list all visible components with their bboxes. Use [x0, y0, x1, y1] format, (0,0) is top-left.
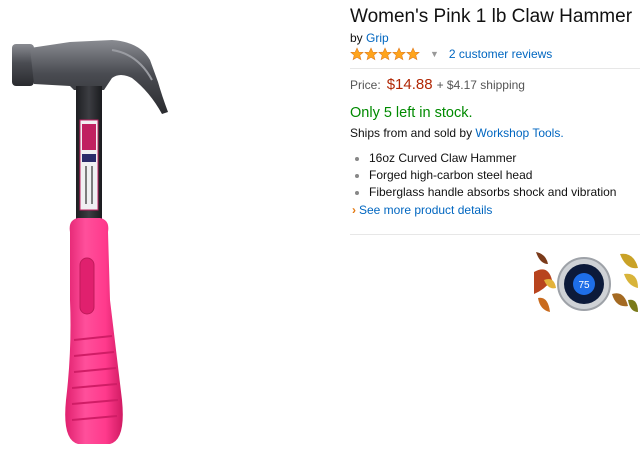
- bullet-icon: [355, 190, 359, 195]
- ad-banner[interactable]: 75: [532, 250, 640, 316]
- leaf-icon: [538, 297, 550, 312]
- customer-reviews-link[interactable]: 2 customer reviews: [449, 47, 552, 61]
- star-icon: [378, 47, 392, 61]
- star-icon: [350, 47, 364, 61]
- feature-text: 16oz Curved Claw Hammer: [369, 151, 517, 165]
- feature-item: Fiberglass handle absorbs shock and vibr…: [352, 184, 616, 201]
- bullet-icon: [355, 173, 359, 178]
- leaf-icon: [612, 293, 628, 307]
- see-more-row: › See more product details: [352, 203, 492, 217]
- grip-slot: [79, 257, 95, 315]
- star-icon: [406, 47, 420, 61]
- leaf-icon: [628, 299, 638, 312]
- ships-prefix: Ships from and sold by: [350, 126, 473, 140]
- leaf-icon: [536, 252, 548, 264]
- bullet-icon: [355, 156, 359, 161]
- ships-from: Ships from and sold by Workshop Tools.: [350, 126, 564, 140]
- by-prefix: by: [350, 31, 363, 45]
- price-label: Price:: [350, 78, 381, 92]
- price-value: $14.88: [386, 76, 433, 93]
- seller-link[interactable]: Workshop Tools.: [475, 126, 563, 140]
- chevron-right-icon: ›: [352, 203, 356, 217]
- divider: [350, 234, 640, 235]
- rating-dropdown-icon[interactable]: ▼: [430, 49, 439, 59]
- feature-list: 16oz Curved Claw Hammer Forged high-carb…: [352, 150, 616, 201]
- product-title: Women's Pink 1 lb Claw Hammer: [350, 6, 633, 27]
- star-rating[interactable]: [350, 47, 420, 61]
- leaf-icon: [620, 253, 638, 269]
- stock-status: Only 5 left in stock.: [350, 105, 473, 121]
- brand-link[interactable]: Grip: [366, 31, 389, 45]
- see-more-details-link[interactable]: See more product details: [359, 203, 492, 217]
- divider: [350, 68, 640, 69]
- byline: by Grip: [350, 31, 389, 45]
- feature-item: 16oz Curved Claw Hammer: [352, 150, 616, 167]
- shipping-cost: + $4.17 shipping: [436, 78, 525, 92]
- leaf-icon: [624, 273, 638, 288]
- label-band: [82, 154, 96, 162]
- feature-text: Fiberglass handle absorbs shock and vibr…: [369, 185, 617, 199]
- price-row: Price: $14.88 + $4.17 shipping: [350, 76, 525, 93]
- rating-row: ▼ 2 customer reviews: [350, 45, 552, 63]
- star-icon: [364, 47, 378, 61]
- feature-item: Forged high-carbon steel head: [352, 167, 616, 184]
- thermostat-reading: 75: [578, 280, 590, 291]
- pink-grip: [65, 218, 123, 444]
- product-image[interactable]: [0, 20, 340, 460]
- label-band: [82, 124, 96, 150]
- feature-text: Forged high-carbon steel head: [369, 168, 533, 182]
- star-icon: [392, 47, 406, 61]
